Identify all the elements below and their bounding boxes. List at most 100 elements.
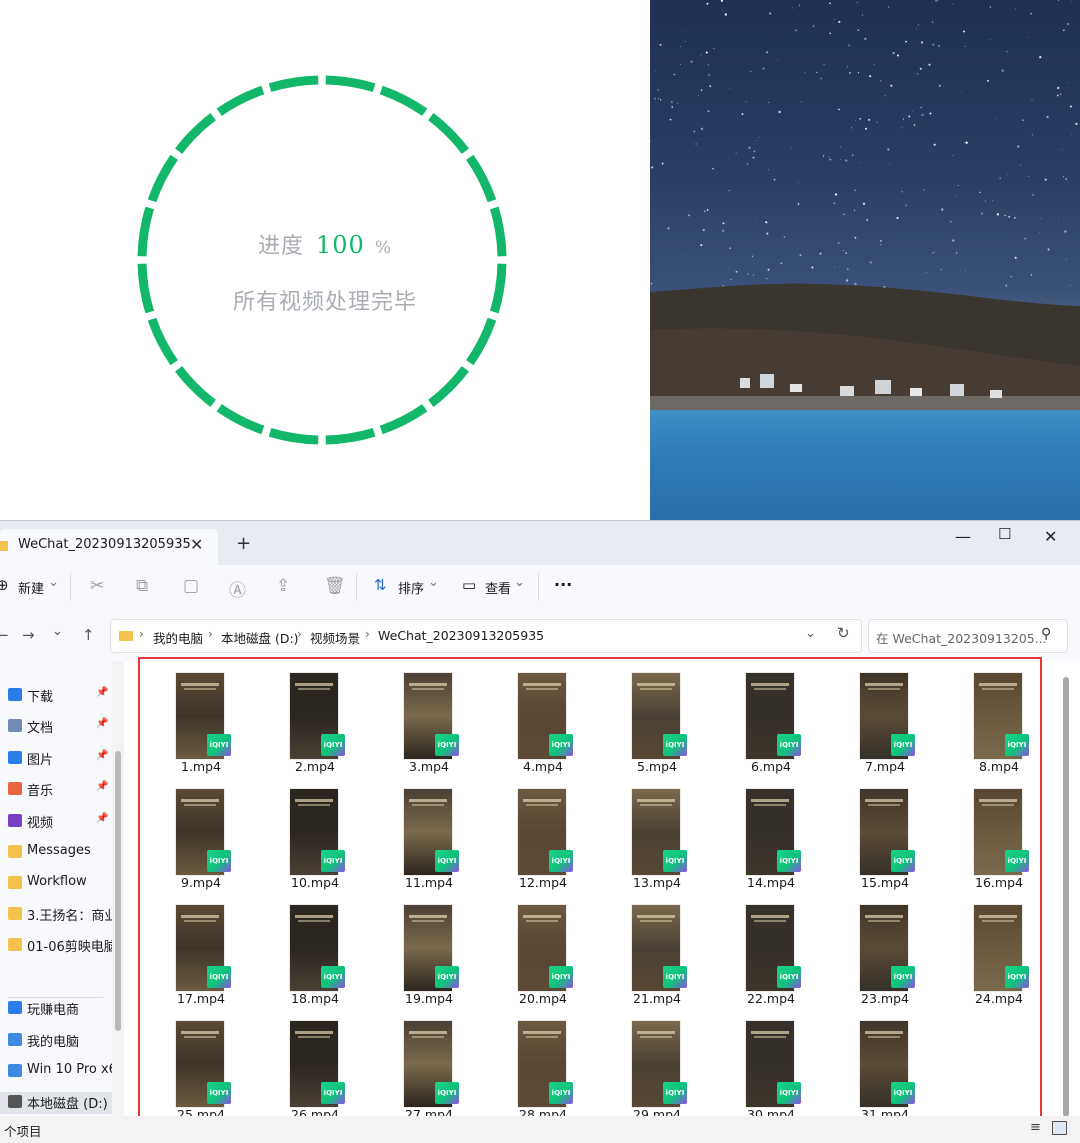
rename-icon[interactable]: Ⓐ — [229, 576, 246, 601]
thumbnail-caption — [412, 1036, 444, 1038]
sidebar-item[interactable]: 我的电脑 — [0, 1030, 112, 1052]
sidebar-item[interactable]: 玩赚电商 — [0, 998, 112, 1020]
file-item[interactable]: iQIYI 4.mp4 — [488, 663, 598, 777]
refresh-icon[interactable]: ↻ — [837, 624, 850, 642]
back-button[interactable]: ← — [0, 626, 9, 644]
file-item[interactable]: iQIYI 7.mp4 — [830, 663, 940, 777]
sidebar-item[interactable]: 视频 📌 — [0, 811, 112, 833]
file-item[interactable]: iQIYI 22.mp4 — [716, 895, 826, 1009]
navigation-pane: 下载 📌 文档 📌 图片 📌 音乐 📌 视频 📌 Messages Workflow 3.王扬名：商业I… — [0, 661, 112, 1116]
sidebar-item[interactable]: Win 10 Pro x6 — [0, 1061, 112, 1083]
sidebar-item[interactable]: Workflow — [0, 873, 112, 895]
file-item[interactable]: iQIYI 13.mp4 — [602, 779, 712, 893]
file-item[interactable]: iQIYI 21.mp4 — [602, 895, 712, 1009]
file-item[interactable]: iQIYI 25.mp4 — [146, 1011, 256, 1117]
file-item[interactable]: iQIYI 30.mp4 — [716, 1011, 826, 1117]
breadcrumb-drive-d[interactable]: 本地磁盘 (D:) — [221, 628, 299, 647]
thumbnail-caption — [637, 915, 675, 918]
details-view-button[interactable]: ≡ — [1030, 1120, 1041, 1135]
file-item[interactable]: iQIYI 28.mp4 — [488, 1011, 598, 1117]
search-input[interactable]: 在 WeChat_20230913205... ⚲ — [868, 619, 1068, 653]
file-item[interactable]: iQIYI 8.mp4 — [944, 663, 1040, 777]
close-window-button[interactable]: ✕ — [1044, 527, 1057, 546]
forest-hill — [650, 283, 1080, 410]
maximize-button[interactable]: ☐ — [998, 525, 1011, 543]
thumbnail-caption — [640, 688, 672, 690]
file-item[interactable]: iQIYI 2.mp4 — [260, 663, 370, 777]
address-dropdown-icon[interactable]: ⌄ — [805, 626, 816, 641]
file-item[interactable]: iQIYI 23.mp4 — [830, 895, 940, 1009]
tiles-view-button[interactable] — [1052, 1121, 1067, 1135]
thumbnail-caption — [295, 799, 333, 802]
file-item[interactable]: iQIYI 19.mp4 — [374, 895, 484, 1009]
breadcrumb-current-folder[interactable]: WeChat_20230913205935 — [378, 628, 544, 643]
file-item[interactable]: iQIYI 3.mp4 — [374, 663, 484, 777]
view-button[interactable]: 查看 — [485, 578, 511, 597]
file-item[interactable]: iQIYI 18.mp4 — [260, 895, 370, 1009]
file-item[interactable]: iQIYI 27.mp4 — [374, 1011, 484, 1117]
file-item[interactable]: iQIYI 16.mp4 — [944, 779, 1040, 893]
iqiyi-app-icon: iQIYI — [891, 1082, 915, 1104]
delete-icon[interactable]: 🗑 — [324, 576, 346, 596]
file-name: 14.mp4 — [747, 875, 795, 890]
file-item[interactable]: iQIYI 31.mp4 — [830, 1011, 940, 1117]
sort-button[interactable]: 排序 — [398, 578, 424, 597]
sidebar-item[interactable]: 本地磁盘 (D:) — [0, 1092, 112, 1114]
breadcrumb-video-scenes[interactable]: 视频场景 — [310, 628, 360, 647]
iqiyi-app-icon: iQIYI — [321, 1082, 345, 1104]
sidebar-item[interactable]: 音乐 📌 — [0, 779, 112, 801]
thumbnail-caption — [184, 804, 216, 806]
file-name: 10.mp4 — [291, 875, 339, 890]
copy-icon[interactable]: ⧉ — [136, 576, 148, 596]
file-item[interactable]: iQIYI 24.mp4 — [944, 895, 1040, 1009]
sidebar-item[interactable]: 图片 📌 — [0, 748, 112, 770]
new-tab-button[interactable]: + — [236, 533, 251, 554]
more-options-button[interactable]: ··· — [554, 575, 572, 594]
navigation-scrollbar[interactable] — [115, 751, 121, 1031]
new-button[interactable]: 新建 — [18, 578, 44, 597]
file-item[interactable]: iQIYI 6.mp4 — [716, 663, 826, 777]
thumbnail-caption — [754, 688, 786, 690]
desktop-wallpaper — [650, 0, 1080, 520]
close-tab-icon[interactable]: ✕ — [190, 535, 203, 554]
file-item[interactable]: iQIYI 26.mp4 — [260, 1011, 370, 1117]
progress-label: 进度 — [258, 234, 305, 259]
file-item[interactable]: iQIYI 5.mp4 — [602, 663, 712, 777]
file-item[interactable]: iQIYI 29.mp4 — [602, 1011, 712, 1117]
file-item[interactable]: iQIYI 15.mp4 — [830, 779, 940, 893]
sidebar-item[interactable]: 文档 📌 — [0, 716, 112, 738]
recent-locations-button[interactable]: ⌄ — [52, 624, 63, 639]
progress-ring-segment — [325, 427, 376, 445]
minimize-button[interactable]: — — [955, 527, 971, 546]
cut-icon[interactable]: ✂ — [90, 576, 104, 596]
paste-icon[interactable]: ▢ — [183, 576, 199, 596]
iqiyi-app-icon: iQIYI — [1005, 734, 1029, 756]
tab-wechat-folder[interactable]: WeChat_20230913205935 ✕ — [0, 529, 218, 565]
file-item[interactable]: iQIYI 9.mp4 — [146, 779, 256, 893]
file-list-scrollbar[interactable] — [1063, 677, 1069, 1117]
breadcrumb-computer[interactable]: 我的电脑 — [153, 628, 203, 647]
sidebar-item[interactable]: 下载 📌 — [0, 685, 112, 707]
file-item[interactable]: iQIYI 14.mp4 — [716, 779, 826, 893]
up-button[interactable]: ↑ — [82, 626, 95, 644]
forward-button[interactable]: → — [22, 626, 35, 644]
pin-icon: 📌 — [96, 718, 109, 729]
progress-panel: 进度 100% 所有视频处理完毕 — [0, 0, 650, 520]
file-item[interactable]: iQIYI 1.mp4 — [146, 663, 256, 777]
iqiyi-app-icon: iQIYI — [1005, 850, 1029, 872]
file-item[interactable]: iQIYI 11.mp4 — [374, 779, 484, 893]
sidebar-item[interactable]: 3.王扬名：商业I — [0, 904, 112, 926]
address-box[interactable]: › 我的电脑 › 本地磁盘 (D:) › 视频场景 › WeChat_20230… — [110, 619, 862, 653]
search-placeholder: 在 WeChat_20230913205... — [876, 631, 1047, 646]
file-item[interactable]: iQIYI 20.mp4 — [488, 895, 598, 1009]
thumbnail-caption — [751, 683, 789, 686]
sidebar-item[interactable]: Messages — [0, 842, 112, 864]
iqiyi-app-icon: iQIYI — [435, 850, 459, 872]
file-item[interactable]: iQIYI 12.mp4 — [488, 779, 598, 893]
file-item[interactable]: iQIYI 17.mp4 — [146, 895, 256, 1009]
iqiyi-app-icon: iQIYI — [891, 966, 915, 988]
share-icon[interactable]: ⇪ — [276, 576, 290, 596]
sidebar-item[interactable]: 01-06剪映电脑 — [0, 935, 112, 957]
file-name: 17.mp4 — [177, 991, 225, 1006]
file-item[interactable]: iQIYI 10.mp4 — [260, 779, 370, 893]
